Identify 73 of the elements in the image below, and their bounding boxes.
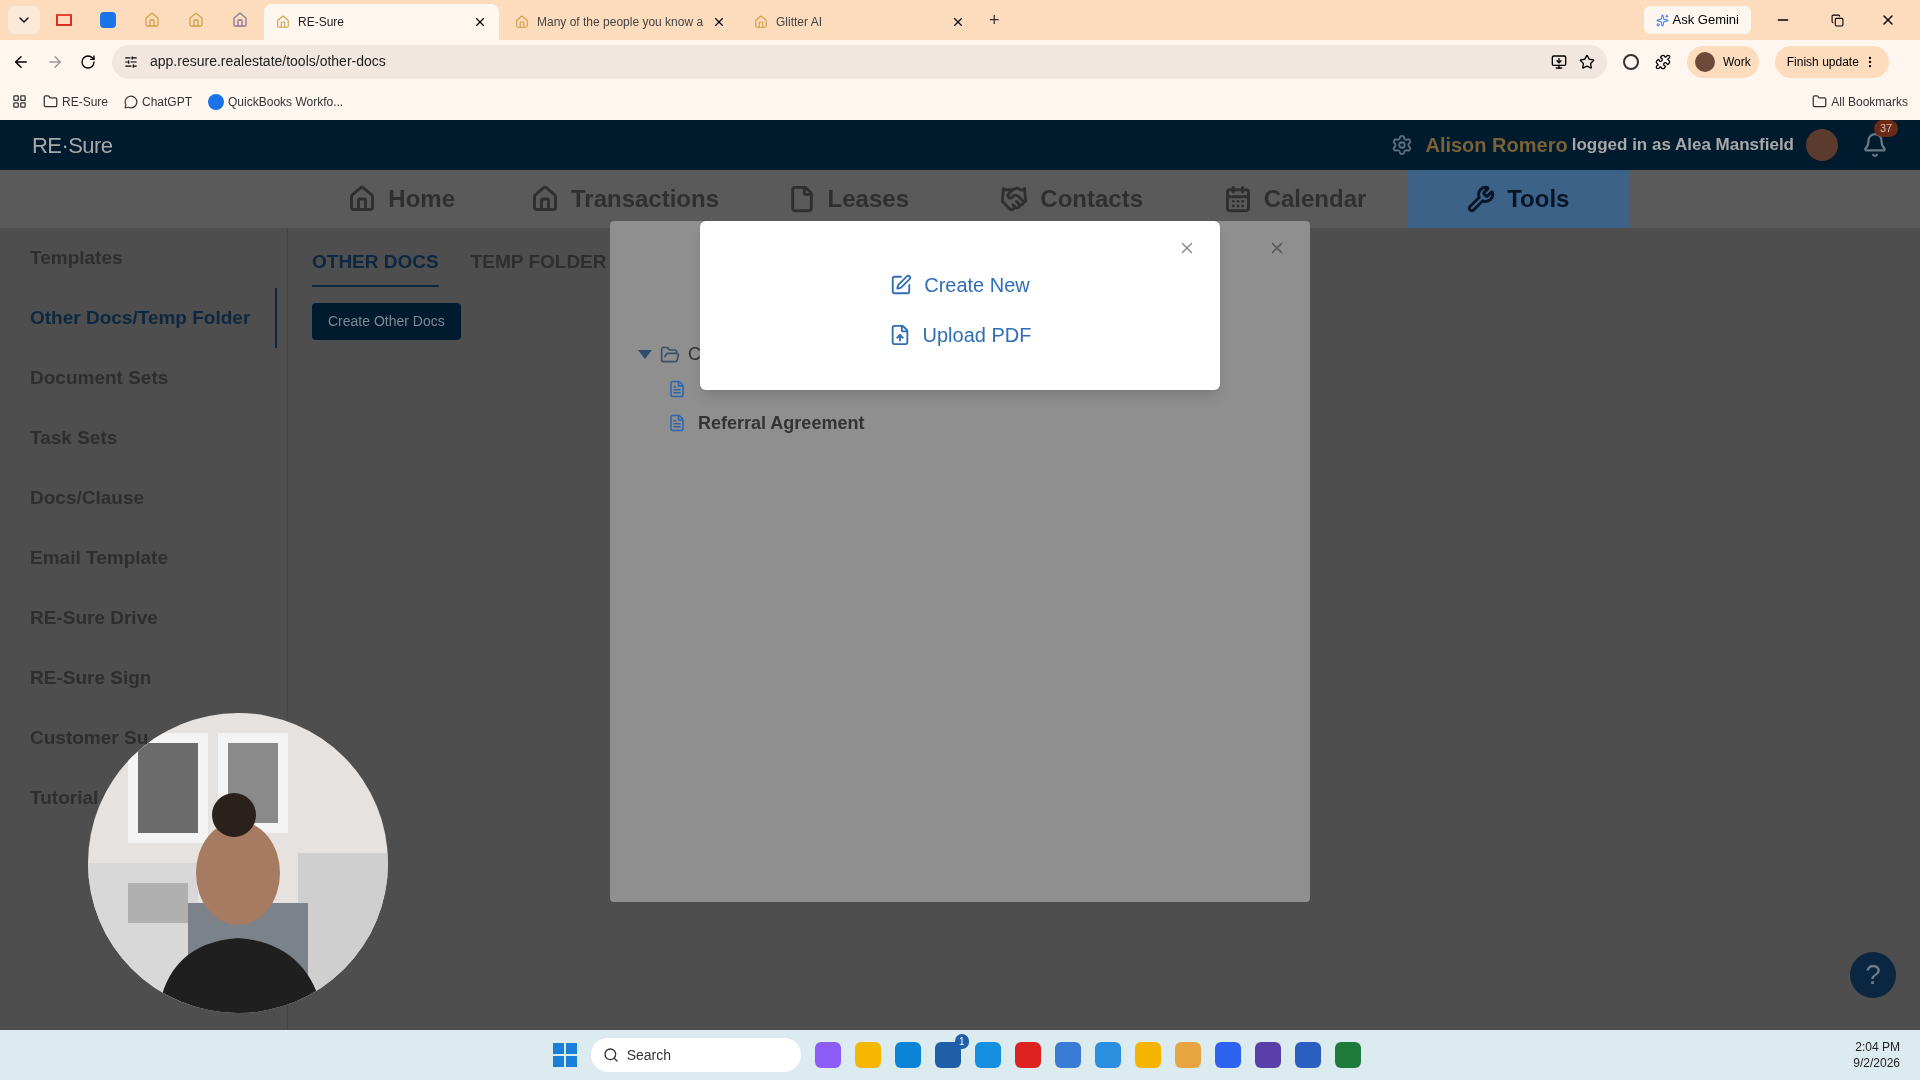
tab-title: Glitter AI [776,14,823,31]
profile-button[interactable]: Work [1687,45,1759,78]
app-icon[interactable] [1094,1042,1121,1068]
sparkle-icon [1655,13,1669,27]
house-icon [276,15,290,29]
gemini-button[interactable]: Ask Gemini [1643,6,1751,34]
new-tab-button[interactable]: + [981,6,1008,34]
house-icon[interactable] [232,12,248,28]
dialog-option[interactable]: Upload PDF [888,319,1032,350]
install-icon[interactable] [1551,53,1567,70]
login-text: logged in as Alea Mansfield [1571,134,1794,157]
house-icon [515,15,529,29]
star-icon[interactable] [1579,53,1595,70]
reload-icon[interactable] [80,53,96,70]
all-bookmarks-link[interactable]: All Bookmarks [1812,92,1908,111]
tab-search-button[interactable] [8,6,40,34]
help-button[interactable]: ? [1850,952,1896,998]
folder-icon [660,344,680,365]
home-icon [348,185,377,213]
search-icon [602,1047,619,1063]
handshake-icon [1000,185,1029,213]
document-icon [668,380,686,398]
document-icon [668,414,686,432]
notification-badge: 37 [1874,120,1899,137]
bookmark-link[interactable]: RE-Sure [43,92,108,111]
house-icon [754,15,768,29]
notification-badge: 1 [955,1034,969,1049]
document-name[interactable]: Referral Agreement [698,409,865,437]
site-settings-icon[interactable] [124,54,138,69]
nav-tab[interactable]: Tools [1406,170,1630,228]
app-icon[interactable] [934,1042,961,1068]
app-icon[interactable] [1014,1042,1041,1068]
app-icon[interactable] [814,1042,841,1068]
app-icon[interactable] [974,1042,1001,1068]
clock-time[interactable]: 2:04 PM [1855,1039,1900,1055]
app-icon[interactable] [1334,1042,1361,1068]
create-button[interactable]: Create Other Docs [312,302,461,340]
bookmark-link[interactable]: ChatGPT [124,92,193,111]
tab-title: RE-Sure [298,14,345,31]
browser-tab[interactable]: Glitter AI [742,4,977,40]
app-icon[interactable] [1294,1042,1321,1068]
dialog-option[interactable]: Create New [890,269,1030,300]
address-field[interactable]: app.resure.realestate/tools/other-docs [112,44,1607,79]
app-icon[interactable] [1254,1042,1281,1068]
close-icon[interactable] [951,15,965,29]
folder-name[interactable]: C [688,341,701,368]
close-icon[interactable] [473,15,487,29]
app-icon[interactable] [1214,1042,1241,1068]
folder-icon [1812,94,1828,109]
folder-icon [43,94,58,109]
tab-title: Many of the people you know a [537,14,704,31]
settings-icon[interactable] [1391,134,1414,156]
start-icon[interactable] [552,1043,577,1067]
app-icon[interactable] [894,1042,921,1068]
browser-tab[interactable]: RE-Sure [264,4,499,40]
expand-triangle-icon[interactable] [638,350,652,359]
clock-date[interactable]: 9/2/2026 [1853,1055,1900,1071]
update-button[interactable]: Finish update [1774,45,1889,78]
wrench-icon [1467,185,1496,213]
apps-icon[interactable] [12,94,27,109]
restore-icon[interactable] [1831,13,1844,27]
bell-icon[interactable] [1862,132,1888,158]
bookmark-link[interactable]: QuickBooks Workfo... [208,92,344,111]
search-field[interactable]: Search [590,1038,801,1072]
edit-icon [890,273,913,296]
extensions-icon[interactable] [1655,53,1671,70]
close-icon[interactable] [712,15,726,29]
user-name: Alison Romero [1425,133,1568,158]
house-icon [530,185,559,213]
chat-icon [124,94,138,109]
logo[interactable]: RE·Sure [32,128,113,162]
app-icon[interactable] [1054,1042,1081,1068]
browser-tab[interactable]: Many of the people you know a [503,4,738,40]
